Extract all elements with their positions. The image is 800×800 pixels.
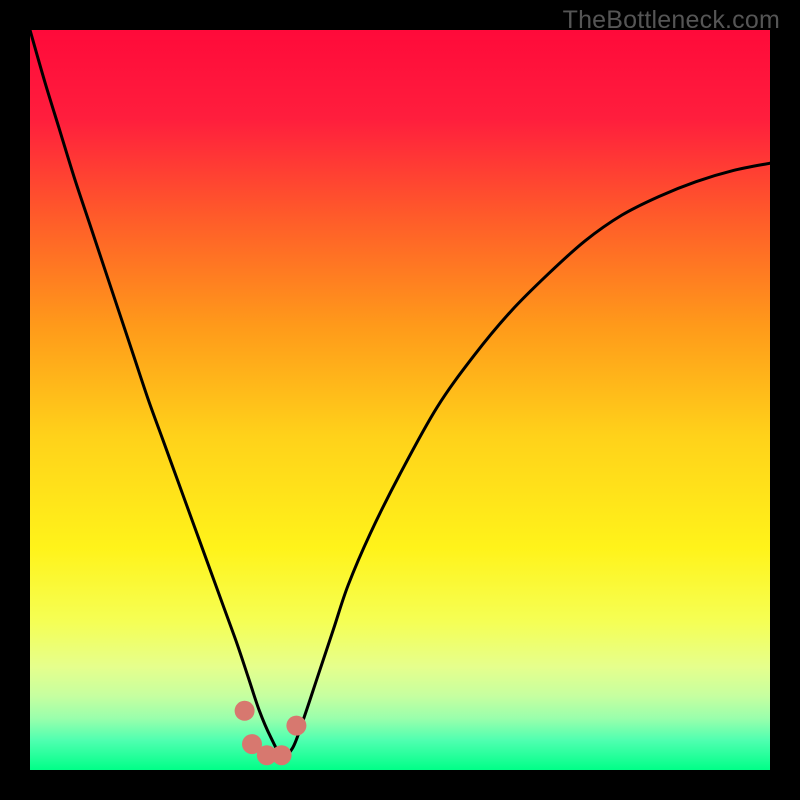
- marker-dot: [235, 701, 255, 721]
- chart-svg: [30, 30, 770, 770]
- watermark-text: TheBottleneck.com: [563, 6, 780, 35]
- marker-dot: [272, 745, 292, 765]
- plot-area: [30, 30, 770, 770]
- chart-root: TheBottleneck.com: [0, 0, 800, 800]
- gradient-background: [30, 30, 770, 770]
- marker-dot: [286, 716, 306, 736]
